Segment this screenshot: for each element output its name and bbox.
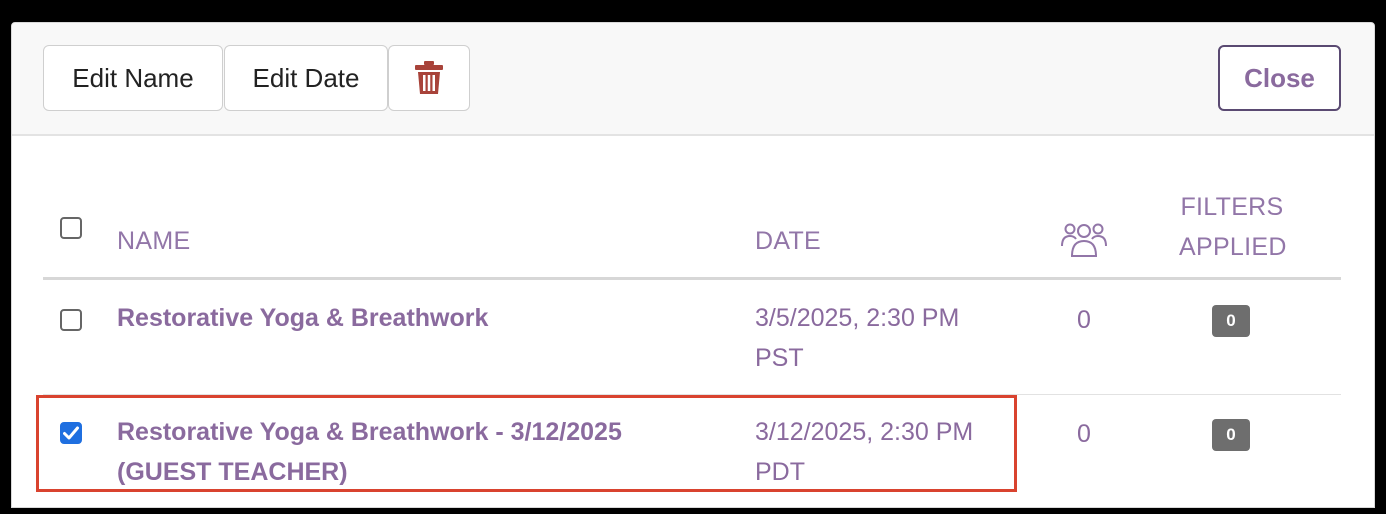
attendee-count: 0 bbox=[1077, 420, 1091, 448]
toolbar: Edit Name Edit Date Close bbox=[12, 23, 1374, 136]
close-button[interactable]: Close bbox=[1218, 45, 1341, 111]
selection-highlight-box bbox=[36, 395, 1017, 492]
session-name-line1: Restorative Yoga & Breathwork bbox=[117, 304, 489, 332]
select-all-checkbox[interactable] bbox=[60, 217, 82, 239]
edit-name-button[interactable]: Edit Name bbox=[43, 45, 223, 111]
filters-applied-badge: 0 bbox=[1212, 305, 1250, 337]
session-date-line1: 3/5/2025, 2:30 PM bbox=[755, 304, 960, 332]
filters-applied-column-header[interactable]: FILTERS APPLIED bbox=[1179, 187, 1287, 267]
attendee-count: 0 bbox=[1077, 306, 1091, 334]
header-divider bbox=[43, 277, 1341, 280]
edit-date-button[interactable]: Edit Date bbox=[224, 45, 388, 111]
delete-button[interactable] bbox=[388, 45, 470, 111]
trash-icon bbox=[415, 61, 443, 94]
session-date-line2: PST bbox=[755, 344, 804, 372]
date-column-header[interactable]: DATE bbox=[755, 227, 821, 256]
session-date: 3/5/2025, 2:30 PM PST bbox=[755, 298, 959, 378]
filters-header-line2: APPLIED bbox=[1179, 233, 1287, 261]
filters-applied-badge: 0 bbox=[1212, 419, 1250, 451]
name-column-header[interactable]: NAME bbox=[117, 227, 190, 256]
people-icon bbox=[1061, 223, 1107, 257]
row-checkbox[interactable] bbox=[60, 309, 82, 331]
sessions-panel: Edit Name Edit Date Close NAME DATE FILT… bbox=[11, 22, 1375, 508]
session-name[interactable]: Restorative Yoga & Breathwork bbox=[117, 298, 488, 338]
filters-header-line1: FILTERS bbox=[1180, 193, 1284, 221]
